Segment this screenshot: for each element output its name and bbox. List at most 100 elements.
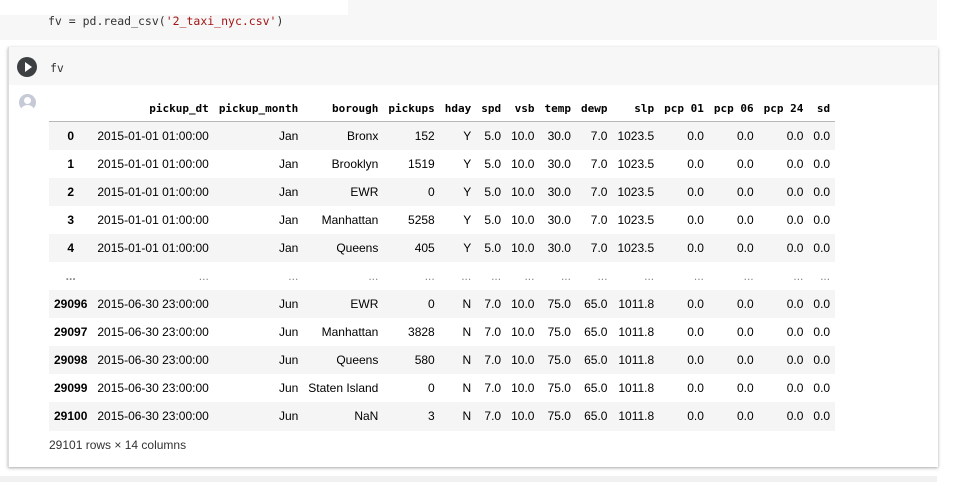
table-row: 29096 2015-06-30 23:00:00 Jun EWR 0 N 7.0 10.0 7… (49, 290, 836, 319)
table-cell: 3 (428, 409, 435, 424)
table-cell: 5.0 (484, 212, 502, 227)
row-index: 0 (67, 128, 75, 143)
table-cell: 5.0 (484, 240, 502, 255)
table-cell: ... (198, 269, 209, 284)
table-cell: ... (693, 269, 704, 284)
table-cell: NaN (354, 409, 379, 424)
previous-code-cell: fv = pd.read_csv('2_taxi_nyc.csv') (0, 0, 937, 40)
table-cell: ... (793, 269, 804, 284)
table-cell: 0.0 (736, 353, 754, 368)
table-cell: 10.0 (511, 240, 535, 255)
column-header: sd (808, 95, 836, 122)
column-header: spd (476, 95, 507, 122)
table-cell: 7.0 (484, 325, 502, 340)
table-cell: 2015-01-01 01:00:00 (97, 184, 209, 199)
table-cell: Y (463, 212, 472, 227)
table-cell: 405 (414, 240, 435, 255)
table-cell: N (462, 297, 472, 312)
table-cell: 10.0 (511, 156, 535, 171)
table-cell: ... (743, 269, 754, 284)
previous-cell-editor[interactable] (0, 0, 348, 15)
table-cell: Brooklyn (331, 156, 379, 171)
table-cell: 2015-06-30 23:00:00 (97, 381, 209, 396)
table-cell: 75.0 (547, 353, 571, 368)
table-cell: 0.0 (736, 409, 754, 424)
cell-code[interactable]: fv (50, 61, 64, 75)
table-cell: 3828 (408, 325, 435, 340)
table-cell: 0.0 (736, 297, 754, 312)
row-index: 29098 (54, 353, 88, 368)
table-cell: 75.0 (547, 297, 571, 312)
row-index: 4 (67, 240, 75, 255)
table-cell: 1023.5 (617, 212, 655, 227)
table-body: 0 2015-01-01 01:00:00 Jan Bronx 152 Y 5.0 10.0 3… (49, 121, 836, 431)
table-cell: 5.0 (484, 156, 502, 171)
table-cell: Y (463, 184, 472, 199)
table-cell: 0.0 (736, 156, 754, 171)
table-cell: 2015-01-01 01:00:00 (97, 212, 209, 227)
table-cell: 0.0 (813, 353, 831, 368)
table-cell: Jun (278, 409, 299, 424)
table-cell: 0.0 (687, 128, 704, 143)
table-cell: ... (288, 269, 299, 284)
table-cell: Jan (278, 184, 299, 199)
table-cell: 65.0 (584, 381, 608, 396)
table-cell: 0.0 (687, 184, 704, 199)
table-cell: Jan (278, 128, 299, 143)
table-cell: 1011.8 (618, 409, 655, 424)
table-cell: EWR (350, 297, 379, 312)
previous-cell-code[interactable]: fv = pd.read_csv('2_taxi_nyc.csv') (48, 14, 283, 28)
table-cell: 30.0 (547, 184, 571, 199)
table-cell: N (462, 381, 472, 396)
table-cell: Jun (278, 297, 299, 312)
table-cell: Queens (336, 353, 379, 368)
table-cell: 0.0 (687, 156, 704, 171)
table-cell: 0.0 (736, 240, 754, 255)
cell-input-area[interactable]: fv (9, 47, 938, 85)
table-cell: 7.0 (590, 184, 608, 199)
table-cell: 0.0 (736, 184, 754, 199)
table-cell: 7.0 (484, 381, 502, 396)
table-cell: ... (524, 269, 535, 284)
table-cell: 1519 (408, 156, 435, 171)
table-row: 29100 2015-06-30 23:00:00 Jun NaN 3 N 7.0 10.0 7… (49, 402, 836, 431)
table-row: 29099 2015-06-30 23:00:00 Jun Staten Island… (49, 374, 835, 402)
table-cell: 2015-06-30 23:00:00 (97, 409, 209, 424)
table-cell: Jun (278, 353, 299, 368)
table-cell: 0.0 (813, 156, 831, 171)
table-cell: 2015-01-01 01:00:00 (97, 128, 209, 143)
table-cell: 0.0 (813, 240, 831, 255)
table-cell: 1011.8 (618, 353, 655, 368)
table-cell: 75.0 (547, 409, 571, 424)
table-cell: 0 (428, 297, 435, 312)
table-cell: 2015-06-30 23:00:00 (97, 297, 209, 312)
column-header: temp (539, 95, 576, 122)
table-cell: Bronx (347, 128, 379, 143)
table-cell: 65.0 (584, 409, 608, 424)
table-cell: 0.0 (813, 212, 831, 227)
table-cell: 0.0 (687, 325, 704, 340)
row-index: 1 (67, 156, 75, 171)
next-cell-edge (0, 476, 937, 482)
column-header: borough (303, 95, 384, 122)
code-string-literal: '2_taxi_nyc.csv' (165, 14, 277, 28)
index-header (49, 95, 93, 122)
table-row: 1 2015-01-01 01:00:00 Jan Brooklyn 1519 Y 5.0 1… (49, 150, 835, 178)
person-icon-shoulders (21, 105, 34, 111)
table-cell: 30.0 (547, 156, 571, 171)
table-cell: 0.0 (786, 240, 804, 255)
column-header: pickup_month (213, 95, 304, 122)
table-cell: 0 (428, 184, 435, 199)
table-cell: 7.0 (590, 128, 608, 143)
table-cell: 0.0 (687, 212, 704, 227)
table-cell: 0.0 (736, 325, 754, 340)
table-cell: 0.0 (736, 381, 754, 396)
table-cell: 0.0 (786, 184, 804, 199)
table-cell: Jan (278, 212, 299, 227)
run-cell-button[interactable] (17, 57, 37, 77)
table-cell: 1023.5 (617, 156, 655, 171)
table-cell: 75.0 (547, 325, 571, 340)
table-cell: 0.0 (786, 409, 804, 424)
table-cell: 0.0 (687, 409, 704, 424)
table-cell: 2015-01-01 01:00:00 (97, 240, 209, 255)
